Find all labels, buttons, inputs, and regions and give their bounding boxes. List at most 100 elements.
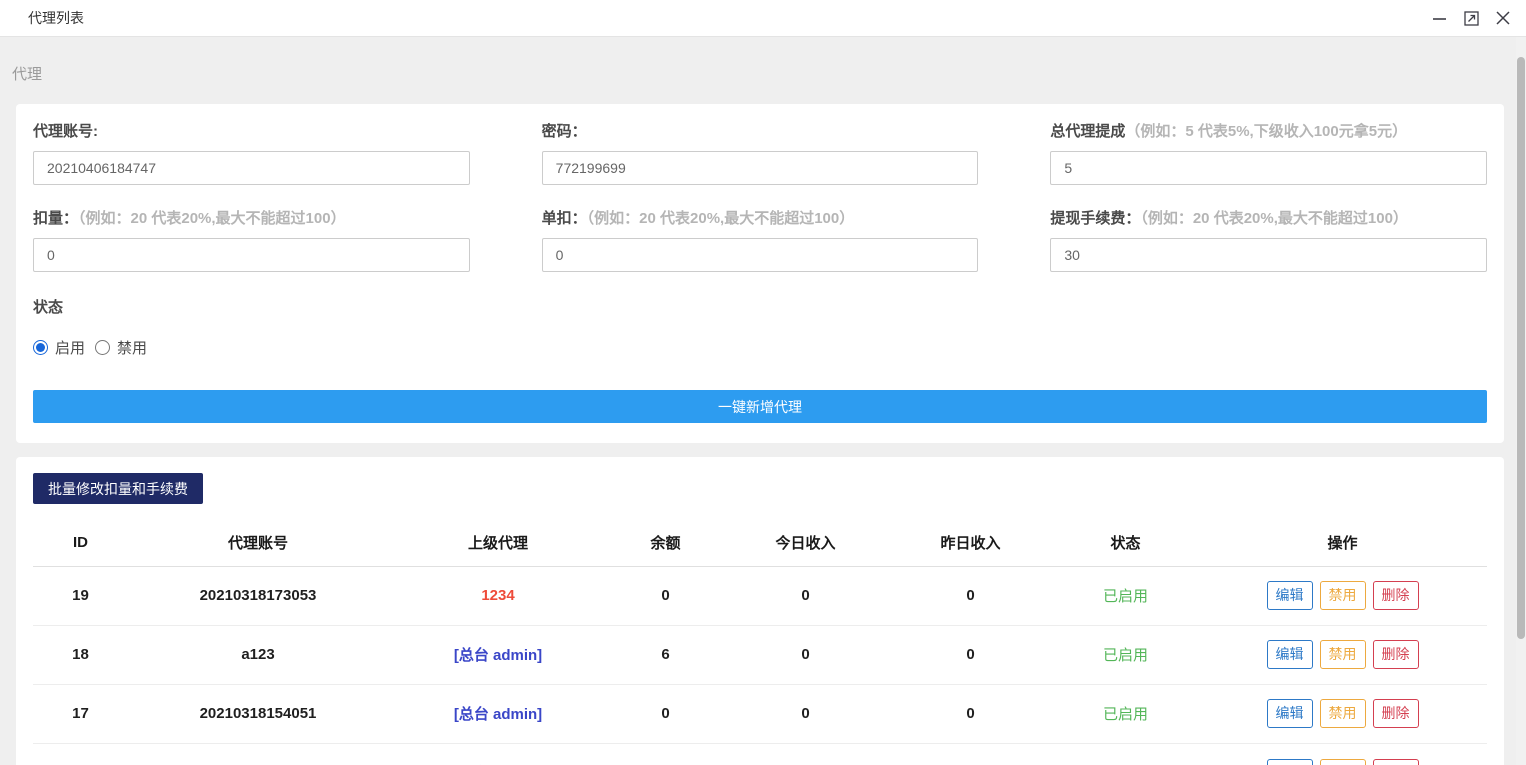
add-agent-button[interactable]: 一键新增代理 [33,390,1487,423]
edit-button[interactable]: 编辑 [1267,759,1313,765]
section-label: 代理 [12,63,1526,84]
withdraw-fee-label: 提现手续费： [1050,210,1140,227]
field-withdraw-fee: 提现手续费：（例如：20 代表20%,最大不能超过100） [1050,207,1487,272]
row-actions: 编辑 禁用 删除 [1198,640,1487,668]
window-controls [1430,9,1512,27]
parent-agent-link[interactable]: 1234 [481,587,514,604]
commission-hint: （例如：5 代表5%,下级收入100元拿5元） [1125,123,1407,140]
agent-account-input[interactable] [33,151,470,185]
minimize-icon[interactable] [1430,9,1448,27]
cell-balance: 0 [608,566,723,625]
delete-button[interactable]: 删除 [1373,759,1419,765]
disable-button[interactable]: 禁用 [1320,640,1366,668]
header-actions: 操作 [1198,520,1487,566]
bulk-modify-button[interactable]: 批量修改扣量和手续费 [33,473,203,504]
agent-table: ID 代理账号 上级代理 余额 今日收入 昨日收入 状态 操作 19 20210… [33,520,1487,765]
row-actions: 编辑 禁用 删除 [1198,581,1487,609]
deduction-input[interactable] [33,238,470,272]
cell-account: 1234 [128,743,388,765]
edit-button[interactable]: 编辑 [1267,699,1313,727]
password-label: 密码： [542,123,587,140]
disable-button[interactable]: 禁用 [1320,759,1366,765]
edit-button[interactable]: 编辑 [1267,581,1313,609]
close-icon[interactable] [1494,9,1512,27]
field-password: 密码： [542,120,979,185]
window-title: 代理列表 [28,8,84,28]
agent-table-card: 批量修改扣量和手续费 ID 代理账号 上级代理 余额 今日收入 昨日收入 状态 … [16,457,1504,765]
field-single-deduction: 单扣：（例如：20 代表20%,最大不能超过100） [542,207,979,272]
cell-today-income: 0 [723,743,888,765]
disable-button[interactable]: 禁用 [1320,699,1366,727]
cell-balance: 44 [608,743,723,765]
delete-button[interactable]: 删除 [1373,699,1419,727]
table-row: 19 20210318173053 1234 0 0 0 已启用 编辑 禁用 删… [33,566,1487,625]
header-status: 状态 [1053,520,1198,566]
withdraw-fee-input[interactable] [1050,238,1487,272]
cell-yesterday-income: 0 [888,566,1053,625]
status-block: 状态 启用 禁用 [33,296,1487,358]
delete-button[interactable]: 删除 [1373,640,1419,668]
delete-button[interactable]: 删除 [1373,581,1419,609]
field-commission: 总代理提成（例如：5 代表5%,下级收入100元拿5元） [1050,120,1487,185]
deduction-label: 扣量： [33,210,78,227]
status-badge: 已启用 [1103,588,1148,605]
scrollbar-thumb[interactable] [1517,57,1525,639]
cell-account: 20210318173053 [128,566,388,625]
cell-id: 19 [33,566,128,625]
single-deduction-hint: （例如：20 代表20%,最大不能超过100） [587,210,855,227]
radio-disable[interactable]: 禁用 [95,337,147,358]
agent-form-card: 代理账号: 密码： 总代理提成（例如：5 代表5%,下级收入100元拿5元） 扣… [16,104,1504,443]
cell-yesterday-income: 0 [888,684,1053,743]
commission-label: 总代理提成 [1050,123,1125,140]
table-row: 15 1234 [总台 admin] 44 0 0 已启用 编辑 禁用 删除 [33,743,1487,765]
cell-yesterday-income: 0 [888,625,1053,684]
deduction-hint: （例如：20 代表20%,最大不能超过100） [78,210,346,227]
header-id: ID [33,520,128,566]
password-input[interactable] [542,151,979,185]
radio-enable-input[interactable] [33,340,48,355]
table-body: 19 20210318173053 1234 0 0 0 已启用 编辑 禁用 删… [33,566,1487,765]
single-deduction-input[interactable] [542,238,979,272]
edit-button[interactable]: 编辑 [1267,640,1313,668]
cell-balance: 0 [608,684,723,743]
commission-input[interactable] [1050,151,1487,185]
status-radio-group: 启用 禁用 [33,337,1487,358]
maximize-icon[interactable] [1462,9,1480,27]
cell-yesterday-income: 0 [888,743,1053,765]
disable-button[interactable]: 禁用 [1320,581,1366,609]
cell-today-income: 0 [723,625,888,684]
cell-account: 20210318154051 [128,684,388,743]
parent-agent-link[interactable]: [总台 admin] [454,706,542,723]
window-titlebar: 代理列表 [0,0,1526,37]
status-badge: 已启用 [1103,647,1148,664]
radio-enable-label: 启用 [55,337,85,358]
cell-today-income: 0 [723,684,888,743]
agent-form-grid: 代理账号: 密码： 总代理提成（例如：5 代表5%,下级收入100元拿5元） 扣… [33,120,1487,294]
radio-enable[interactable]: 启用 [33,337,85,358]
header-today-income: 今日收入 [723,520,888,566]
withdraw-fee-hint: （例如：20 代表20%,最大不能超过100） [1140,210,1408,227]
table-row: 18 a123 [总台 admin] 6 0 0 已启用 编辑 禁用 删除 [33,625,1487,684]
row-actions: 编辑 禁用 删除 [1198,759,1487,765]
parent-agent-link[interactable]: [总台 admin] [454,647,542,664]
cell-account: a123 [128,625,388,684]
radio-disable-input[interactable] [95,340,110,355]
header-parent: 上级代理 [388,520,608,566]
table-header-row: ID 代理账号 上级代理 余额 今日收入 昨日收入 状态 操作 [33,520,1487,566]
cell-id: 18 [33,625,128,684]
header-balance: 余额 [608,520,723,566]
cell-today-income: 0 [723,566,888,625]
cell-balance: 6 [608,625,723,684]
status-badge: 已启用 [1103,706,1148,723]
single-deduction-label: 单扣： [542,210,587,227]
header-yesterday-income: 昨日收入 [888,520,1053,566]
radio-disable-label: 禁用 [117,337,147,358]
header-account: 代理账号 [128,520,388,566]
status-label: 状态 [33,296,1487,317]
agent-account-label: 代理账号: [33,123,98,140]
row-actions: 编辑 禁用 删除 [1198,699,1487,727]
cell-id: 15 [33,743,128,765]
scrollbar-track[interactable] [1516,37,1526,765]
field-agent-account: 代理账号: [33,120,470,185]
table-row: 17 20210318154051 [总台 admin] 0 0 0 已启用 编… [33,684,1487,743]
